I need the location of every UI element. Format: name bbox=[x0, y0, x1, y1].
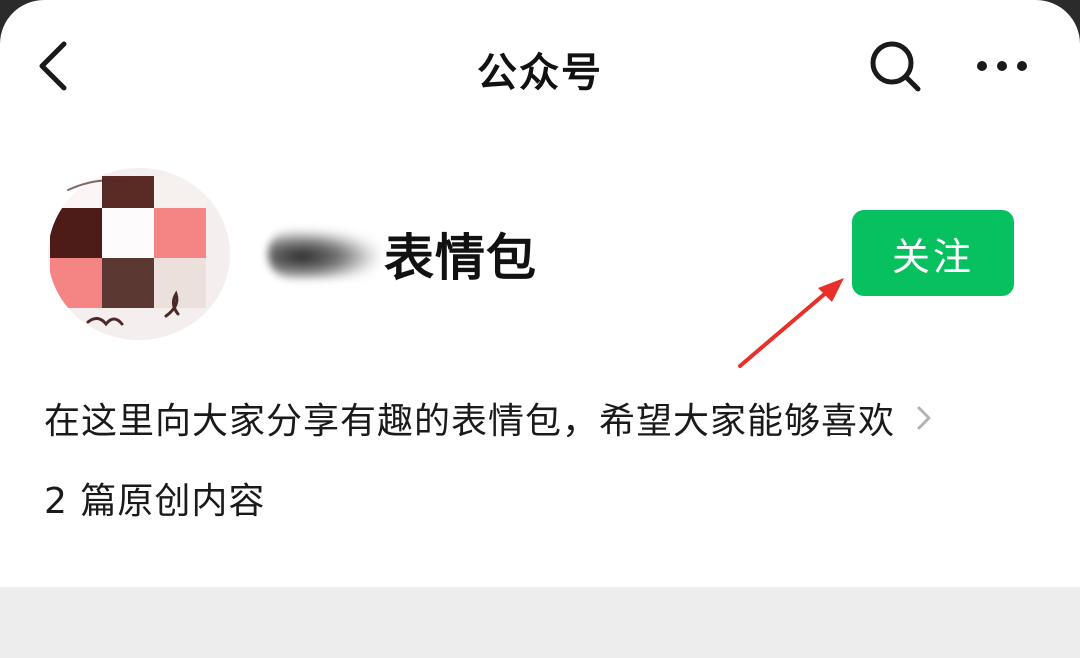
follow-button[interactable]: 关注 bbox=[852, 210, 1014, 296]
account-avatar[interactable] bbox=[48, 168, 230, 340]
top-nav-bar: 公众号 bbox=[0, 0, 1080, 130]
search-icon bbox=[870, 41, 921, 92]
phone-screen: 公众号 表情包 关注 在这里向大家分享有趣的表情包，希望大家能够喜欢 2 篇原创… bbox=[0, 0, 1080, 658]
chevron-right-icon bbox=[917, 406, 931, 430]
more-options-button[interactable] bbox=[972, 44, 1032, 88]
more-horizontal-icon bbox=[977, 61, 1027, 71]
account-name: 表情包 bbox=[384, 229, 537, 287]
account-description: 在这里向大家分享有趣的表情包，希望大家能够喜欢 bbox=[44, 401, 896, 442]
account-name-row: 表情包 bbox=[268, 216, 537, 292]
search-button[interactable] bbox=[866, 38, 926, 94]
name-blur-mask bbox=[268, 229, 380, 279]
original-content-count[interactable]: 2 篇原创内容 bbox=[44, 472, 265, 524]
account-description-link[interactable]: 在这里向大家分享有趣的表情包，希望大家能够喜欢 bbox=[44, 388, 974, 448]
content-section-divider bbox=[0, 587, 1080, 658]
